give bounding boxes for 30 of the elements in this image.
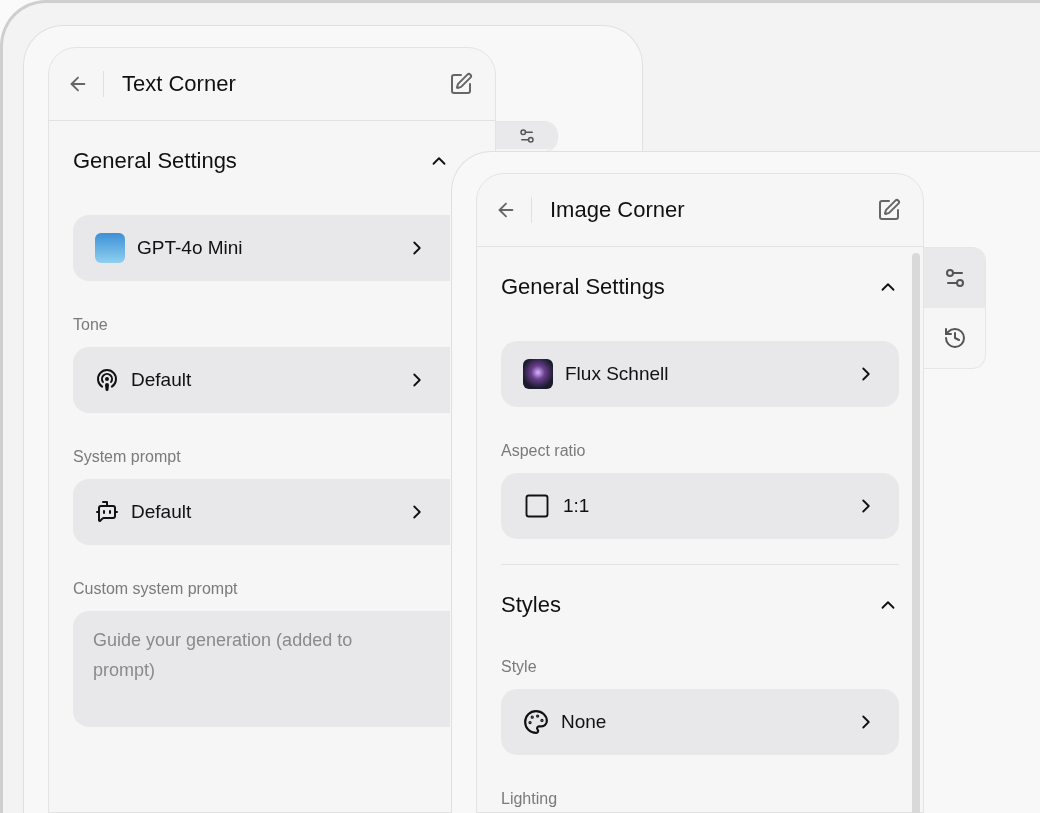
panel-title: Image Corner xyxy=(549,197,686,223)
prompt-input-field[interactable]: Guide your generation (added to prompt) xyxy=(73,611,450,727)
edit-button[interactable] xyxy=(449,72,473,96)
section-title: General Settings xyxy=(73,148,237,174)
palette-icon xyxy=(523,709,549,735)
section-title: General Settings xyxy=(501,274,665,300)
field-label: Style xyxy=(501,657,538,677)
select-field[interactable]: None xyxy=(501,689,899,755)
field-label: Tone xyxy=(73,315,109,335)
sliders-icon xyxy=(517,127,536,145)
bot-icon xyxy=(95,500,119,524)
select-field[interactable]: Default xyxy=(73,347,450,413)
model-thumbnail xyxy=(523,359,553,389)
model-thumbnail xyxy=(95,233,125,263)
square-icon xyxy=(523,492,551,520)
section-title: Styles xyxy=(501,592,561,618)
field-label: System prompt xyxy=(73,447,182,467)
field-label: Lighting xyxy=(501,789,559,809)
select-field[interactable]: Default xyxy=(73,479,450,545)
side-tab[interactable] xyxy=(924,248,985,308)
select-field[interactable]: GPT-4o Mini xyxy=(73,215,450,281)
edit-button[interactable] xyxy=(877,198,901,222)
scrollbar[interactable] xyxy=(912,253,920,813)
panel-title: Text Corner xyxy=(121,71,237,97)
select-field[interactable]: Flux Schnell xyxy=(501,341,899,407)
history-icon xyxy=(942,326,967,350)
select-field[interactable]: 1:1 xyxy=(501,473,899,539)
broadcast-icon xyxy=(95,368,119,392)
field-label: Aspect ratio xyxy=(501,441,587,461)
field-label: Custom system prompt xyxy=(73,579,239,599)
